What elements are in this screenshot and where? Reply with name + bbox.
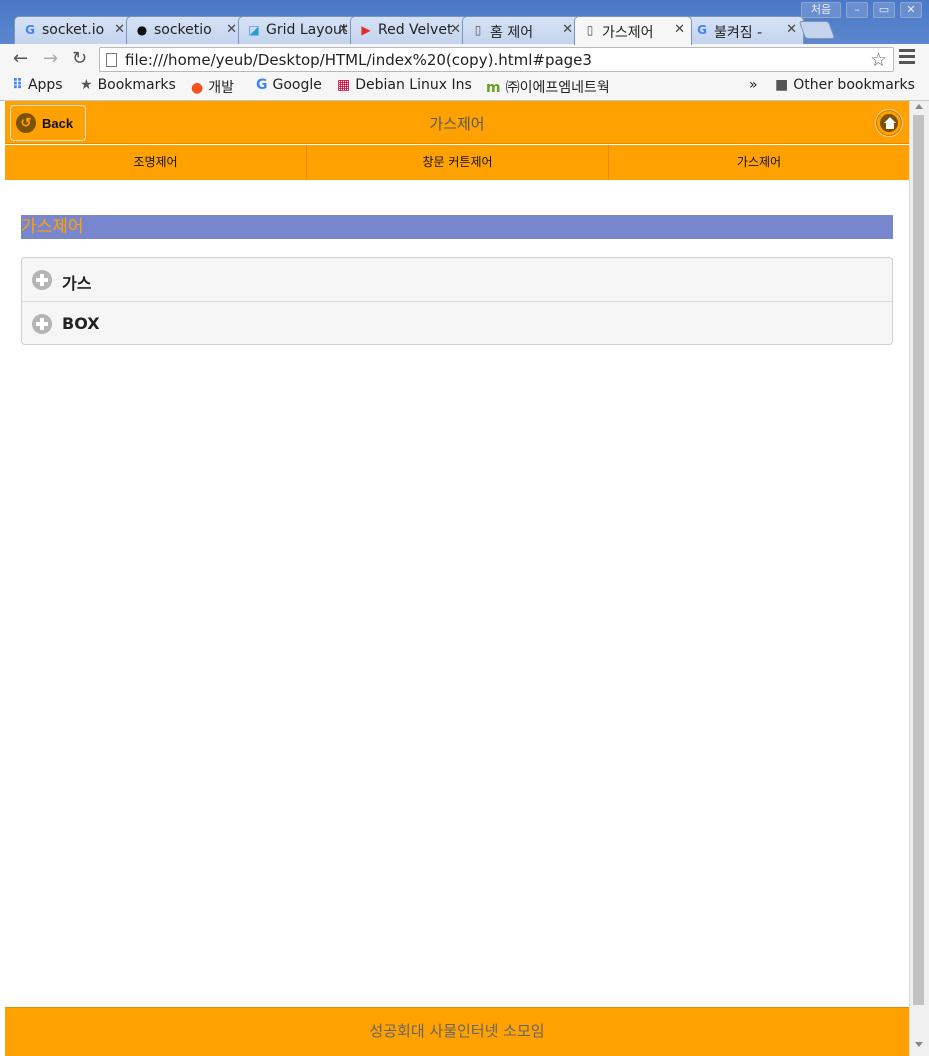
tab-gas-control[interactable]: ▯ 가스제어 ✕ (574, 16, 692, 45)
close-icon[interactable]: ✕ (114, 22, 125, 37)
apps-icon: ⠿ (12, 77, 23, 93)
header-title: 가스제어 (429, 115, 485, 133)
tab-grid-layout[interactable]: ◪ Grid Layout ✕ (238, 16, 356, 44)
folder-icon: ■ (775, 77, 789, 93)
close-icon[interactable]: ✕ (226, 22, 237, 37)
scrollbar[interactable] (909, 101, 929, 1056)
tab-title: Red Velvet (378, 22, 453, 38)
maximize-button[interactable]: ▭ (873, 2, 895, 18)
tab-lighting-control[interactable]: 조명제어 (5, 145, 307, 180)
tab-title: socketio (154, 22, 212, 38)
other-bookmarks[interactable]: ■ Other bookmarks (775, 77, 915, 93)
home-button[interactable] (875, 109, 903, 137)
youtube-icon: ▶ (361, 23, 371, 37)
tab-gas-control[interactable]: 가스제어 (609, 145, 909, 180)
bookmark-debian[interactable]: ▦ Debian Linux Ins (337, 77, 472, 93)
menu-icon[interactable] (899, 49, 915, 67)
tab-curtain-control[interactable]: 창문 커튼제어 (307, 145, 609, 180)
google-icon: G (256, 77, 268, 93)
tab-socketio[interactable]: G socket.io ✕ (14, 16, 132, 44)
tab-title: 불켜짐 - (714, 25, 763, 41)
debian-icon: ▦ (337, 77, 351, 93)
bookmark-bookmarks[interactable]: ★ Bookmarks (80, 77, 176, 93)
tab-title: Grid Layout (266, 22, 348, 38)
browser-toolbar: ← → ↻ file:///home/yeub/Desktop/HTML/ind… (0, 44, 929, 74)
home-icon (884, 117, 896, 129)
close-icon[interactable]: ✕ (674, 22, 685, 37)
close-icon[interactable]: ✕ (450, 22, 461, 37)
close-icon[interactable]: ✕ (786, 22, 797, 37)
close-window-button[interactable]: ✕ (900, 2, 922, 18)
tab-home-control[interactable]: ▯ 홈 제어 ✕ (462, 16, 580, 44)
plus-icon (32, 314, 52, 334)
google-icon: G (25, 23, 35, 37)
page-icon: ▯ (474, 23, 482, 37)
page-icon (106, 53, 117, 67)
forward-arrow-icon[interactable]: → (43, 47, 58, 71)
github-icon: ● (136, 23, 148, 37)
bookmark-star-icon[interactable]: ☆ (870, 49, 887, 71)
tab-strip: G socket.io ✕ ● socketio ✕ ◪ Grid Layout… (0, 0, 929, 45)
dev-icon: ● (191, 80, 204, 96)
bookmark-apps[interactable]: ⠿ Apps (12, 77, 63, 93)
bookmark-google[interactable]: G Google (256, 77, 322, 93)
collapsible-set: 가스 BOX (21, 257, 893, 345)
tab-github[interactable]: ● socketio ✕ (126, 16, 244, 44)
bookmarks-bar: ⠿ Apps ★ Bookmarks ● 개발 G Google ▦ Debian Lin… (0, 74, 929, 101)
reload-icon[interactable]: ↻ (72, 47, 87, 71)
page-content: ↺ Back 가스제어 조명제어 창문 커튼제어 가스제어 가스제어 가스 BO… (5, 101, 909, 1056)
nav-bar: 조명제어 창문 커튼제어 가스제어 (5, 145, 909, 180)
url-text: file:///home/yeub/Desktop/HTML/index%20(… (125, 51, 592, 69)
close-icon[interactable]: ✕ (562, 22, 573, 37)
collapsible-gas[interactable]: 가스 (22, 258, 892, 301)
scroll-thumb[interactable] (913, 115, 924, 1005)
window-label: 처음 (801, 2, 841, 18)
bookmark-dev[interactable]: ● 개발 (191, 77, 234, 97)
bookmarks-overflow-button[interactable]: » (749, 77, 758, 93)
grid-icon: ◪ (248, 23, 260, 37)
star-icon: ★ (80, 77, 93, 93)
bookmark-efm[interactable]: m ㈜이에프엠네트웍 (486, 77, 610, 97)
footer-text: 성공회대 사물인터넷 소모임 (369, 1022, 545, 1040)
collapsible-box[interactable]: BOX (22, 301, 892, 344)
close-icon[interactable]: ✕ (338, 22, 349, 37)
scroll-up-icon[interactable] (915, 104, 923, 109)
minimize-button[interactable]: – (846, 2, 868, 18)
tab-light-on[interactable]: G 불켜짐 - ✕ (686, 16, 804, 44)
google-icon: G (697, 23, 707, 37)
tab-red-velvet[interactable]: ▶ Red Velvet ✕ (350, 16, 468, 44)
efm-icon: m (486, 80, 501, 96)
section-title: 가스제어 (21, 215, 893, 239)
browser-chrome: G socket.io ✕ ● socketio ✕ ◪ Grid Layout… (0, 0, 929, 101)
tab-title: socket.io (42, 22, 105, 38)
back-arrow-icon[interactable]: ← (13, 47, 28, 71)
page-header: ↺ Back 가스제어 (5, 101, 909, 144)
scroll-down-icon[interactable] (915, 1042, 923, 1047)
tab-title: 홈 제어 (490, 25, 534, 41)
page-footer: 성공회대 사물인터넷 소모임 (5, 1007, 909, 1056)
tab-title: 가스제어 (602, 25, 654, 41)
page-icon: ▯ (586, 23, 594, 37)
plus-icon (32, 270, 52, 290)
new-tab-button[interactable] (798, 21, 836, 39)
address-bar[interactable]: file:///home/yeub/Desktop/HTML/index%20(… (99, 47, 894, 72)
